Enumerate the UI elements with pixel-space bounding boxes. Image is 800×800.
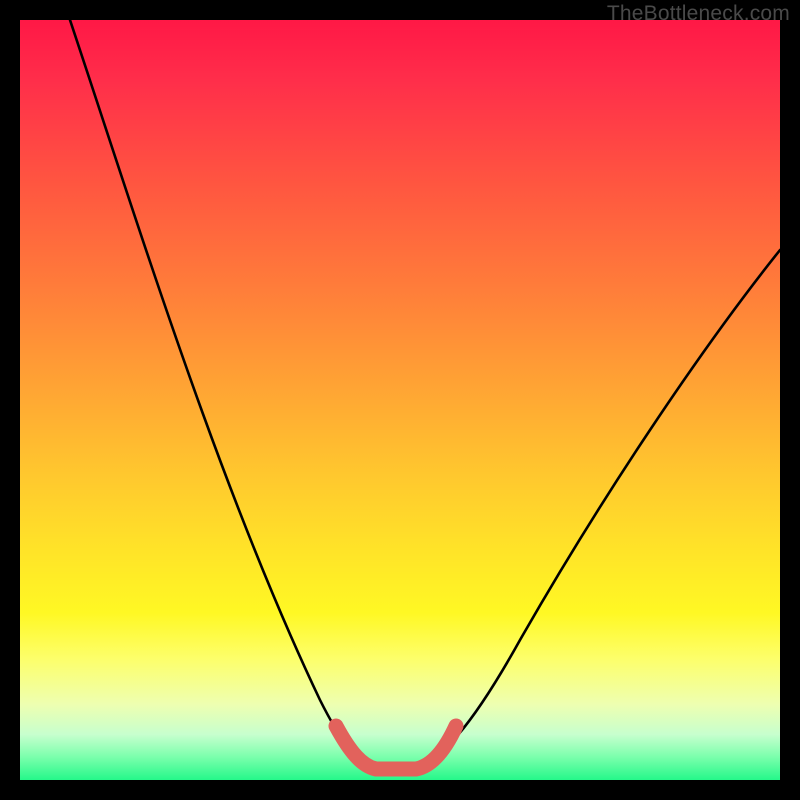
chart-svg: [20, 20, 780, 780]
accent-layer: [336, 726, 456, 769]
curve-layer: [70, 20, 780, 768]
chart-frame: TheBottleneck.com: [0, 0, 800, 800]
bottleneck-curve-path: [70, 20, 780, 768]
watermark-text: TheBottleneck.com: [607, 2, 790, 26]
plot-area: [20, 20, 780, 780]
optimal-region-path: [336, 726, 456, 769]
